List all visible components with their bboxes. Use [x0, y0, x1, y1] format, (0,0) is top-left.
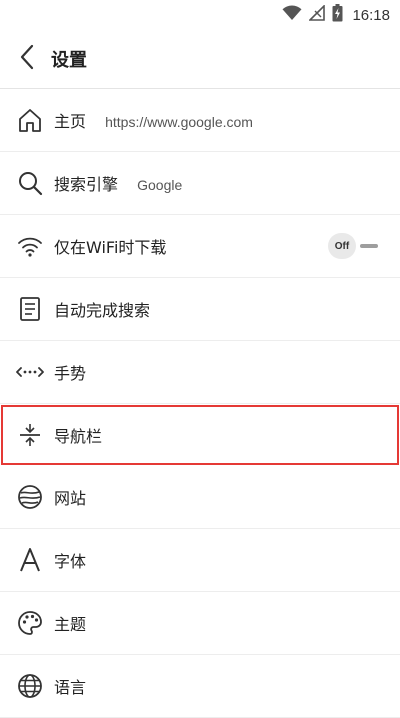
list-icon [16, 295, 44, 323]
wifi-icon [16, 232, 44, 260]
homepage-label: 主页 [54, 112, 87, 131]
setting-homepage[interactable]: 主页 https://www.google.com [0, 89, 400, 152]
gestures-label: 手势 [54, 364, 87, 383]
palette-icon [16, 609, 44, 637]
language-label: 语言 [54, 678, 87, 697]
font-icon [16, 546, 44, 574]
homepage-url: https://www.google.com [105, 114, 253, 130]
setting-font[interactable]: 字体 [0, 529, 400, 592]
status-bar: 16:18 [0, 0, 400, 30]
wifi-only-label: 仅在WiFi时下载 [54, 238, 167, 257]
setting-navbar[interactable]: 导航栏 [0, 404, 400, 466]
toggle-track [360, 244, 378, 248]
websites-label: 网站 [54, 489, 87, 508]
back-button[interactable] [10, 42, 44, 76]
search-engine-value: Google [137, 177, 183, 193]
setting-gestures[interactable]: 手势 [0, 341, 400, 404]
globe-icon [16, 672, 44, 700]
theme-label: 主题 [54, 615, 87, 634]
wifi-icon [282, 5, 302, 25]
setting-label: 主页 https://www.google.com [54, 108, 253, 132]
setting-autocomplete[interactable]: 自动完成搜索 [0, 278, 400, 341]
navbar-icon [16, 421, 44, 449]
back-icon [19, 44, 35, 74]
toggle-knob: Off [328, 233, 356, 259]
autocomplete-label: 自动完成搜索 [54, 301, 151, 320]
font-label: 字体 [54, 552, 87, 571]
setting-language[interactable]: 语言 [0, 655, 400, 718]
home-icon [16, 106, 44, 134]
gesture-icon [16, 358, 44, 386]
top-app-bar: 设置 [0, 30, 400, 89]
setting-search-engine[interactable]: 搜索引擎 Google [0, 152, 400, 215]
search-icon [16, 169, 44, 197]
setting-label: 搜索引擎 Google [54, 171, 182, 195]
status-time: 16:18 [352, 6, 390, 24]
setting-websites[interactable]: 网站 [0, 466, 400, 529]
navbar-label: 导航栏 [54, 427, 103, 446]
settings-list: 主页 https://www.google.com 搜索引擎 Google 仅在… [0, 89, 400, 718]
battery-icon [332, 4, 343, 26]
setting-theme[interactable]: 主题 [0, 592, 400, 655]
page-title: 设置 [51, 50, 87, 71]
setting-wifi-only[interactable]: 仅在WiFi时下载 Off [0, 215, 400, 278]
globe-stripes-icon [16, 483, 44, 511]
signal-icon [308, 4, 326, 25]
wifi-only-toggle[interactable]: Off [328, 233, 378, 259]
search-engine-label: 搜索引擎 [54, 175, 119, 194]
